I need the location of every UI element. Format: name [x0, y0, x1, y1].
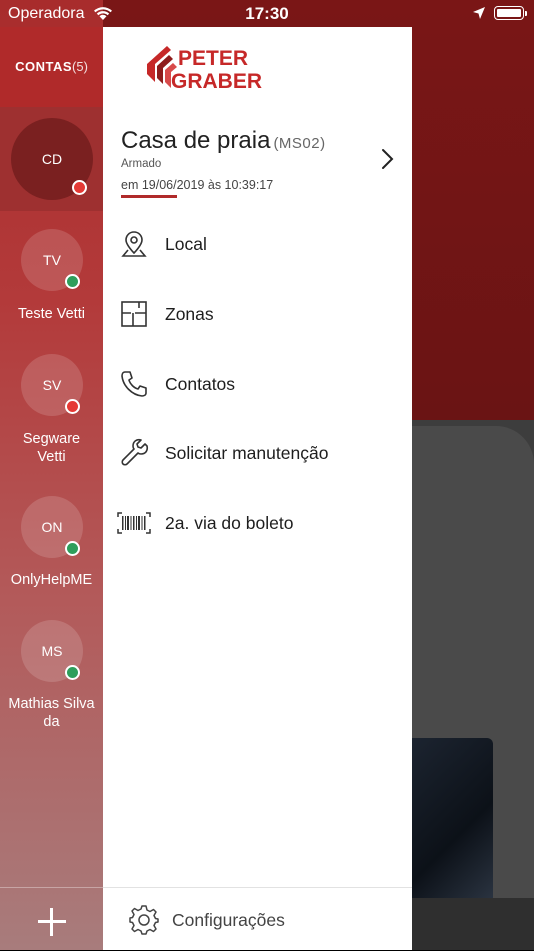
account-name: Mathias Silva da [8, 696, 95, 730]
menu-item-label: Solicitar manutenção [165, 443, 329, 463]
brand-line2: GRABER [171, 70, 262, 92]
gear-icon [129, 905, 159, 935]
account-item-sv[interactable]: SV Segware Vetti [0, 354, 103, 469]
menu-item-solicitar-manutencao[interactable]: Solicitar manutenção [103, 424, 412, 486]
menu-item-contatos[interactable]: Contatos [103, 355, 412, 417]
status-dot [65, 274, 80, 289]
accounts-header: CONTAS(5) [0, 27, 103, 107]
barcode-icon [117, 512, 151, 534]
side-drawer: PETER GRABER Casa de praia (MS02) Armado … [103, 27, 412, 950]
status-underline [121, 195, 177, 198]
background-camera-thumbnail [412, 738, 493, 898]
settings-row[interactable]: Configurações [103, 887, 412, 951]
menu-item-label: Zonas [165, 304, 214, 324]
account-name: OnlyHelpME [10, 572, 93, 588]
wrench-icon [121, 438, 149, 466]
status-dot [65, 541, 80, 556]
site-name: Casa de praia [121, 127, 271, 154]
accounts-count: (5) [72, 59, 88, 74]
accounts-rail: CONTAS(5) CD TV Teste Vetti SV Segware Ve… [0, 0, 103, 950]
account-item-ms[interactable]: MS Mathias Silva da [0, 620, 103, 735]
account-item-on[interactable]: ON OnlyHelpME [0, 496, 103, 596]
status-bar: Operadora 17:30 [0, 0, 534, 27]
add-account-button[interactable] [38, 908, 66, 936]
map-pin-icon [121, 231, 147, 257]
phone-icon [121, 371, 147, 397]
accounts-header-label: CONTAS [15, 59, 73, 74]
menu-item-segunda-via-boleto[interactable]: 2a. via do boleto [103, 494, 412, 556]
peter-graber-logo: PETER GRABER [147, 46, 262, 92]
account-name: Teste Vetti [18, 306, 85, 322]
account-item-tv[interactable]: TV Teste Vetti [0, 229, 103, 329]
clock: 17:30 [245, 4, 289, 23]
status-dot [72, 180, 87, 195]
site-status-date: em 19/06/2019 às 10:39:17 [121, 178, 274, 192]
brand-line1: PETER [178, 47, 248, 70]
add-account-area [0, 887, 103, 951]
background-bottom-bar [412, 898, 534, 950]
account-name: Segware Vetti [22, 431, 81, 465]
floor-plan-icon [121, 301, 147, 327]
battery-tip [525, 11, 527, 16]
settings-label: Configurações [172, 910, 285, 930]
menu-item-label: 2a. via do boleto [165, 513, 294, 533]
menu-item-label: Contatos [165, 374, 236, 394]
status-dot [65, 665, 80, 680]
chevron-right-icon[interactable] [381, 148, 395, 170]
site-status: Armado [121, 158, 162, 170]
battery-icon [494, 6, 524, 20]
menu-item-zonas[interactable]: Zonas [103, 285, 412, 347]
site-code: (MS02) [273, 135, 326, 152]
status-dot [65, 399, 80, 414]
account-item-cd[interactable]: CD [0, 107, 103, 211]
location-arrow-icon [473, 7, 485, 19]
menu-item-label: Local [165, 234, 207, 254]
site-title[interactable]: Casa de praia (MS02) [121, 127, 326, 155]
menu-item-local[interactable]: Local [103, 215, 412, 277]
